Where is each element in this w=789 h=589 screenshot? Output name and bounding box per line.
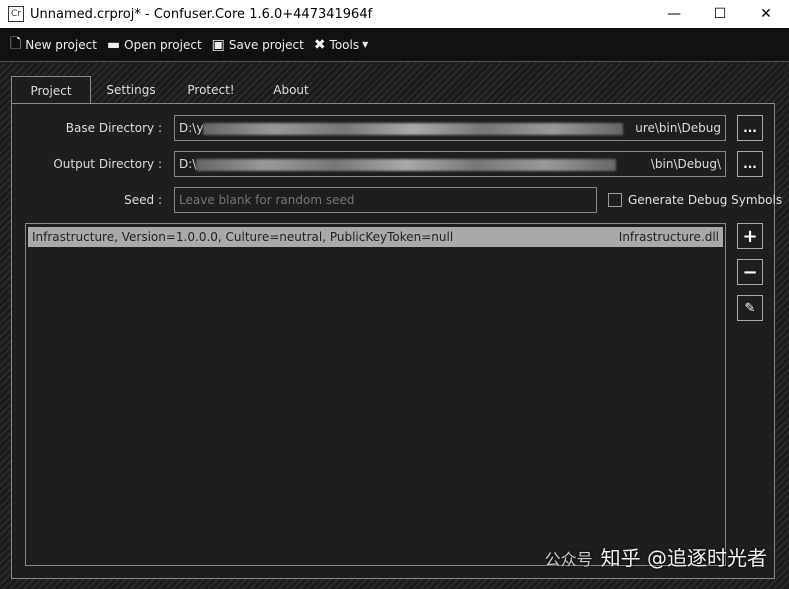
tab-project[interactable]: Project <box>11 76 91 105</box>
app-icon: Cr <box>8 6 24 22</box>
file-icon: 🗋 <box>10 35 22 52</box>
save-project-button[interactable]: ▣ Save project <box>212 37 304 53</box>
browse-output-directory-button[interactable]: ... <box>737 151 763 177</box>
tools-icon: ✖ <box>313 36 326 53</box>
tools-menu[interactable]: ✖ Tools ▼ <box>314 37 368 53</box>
new-project-button[interactable]: 🗋 New project <box>10 33 97 57</box>
module-name: Infrastructure, Version=1.0.0.0, Culture… <box>32 230 454 244</box>
tab-bar: Project Settings Protect! About <box>11 76 331 105</box>
module-file: Infrastructure.dll <box>618 230 719 244</box>
redacted-path <box>196 158 617 171</box>
base-directory-input[interactable]: D:\y ure\bin\Debug <box>174 115 726 141</box>
folder-icon: ▬ <box>106 36 121 53</box>
chevron-down-icon: ▼ <box>362 40 369 49</box>
output-directory-input[interactable]: D:\ \bin\Debug\ <box>174 151 726 177</box>
output-dir-prefix: D:\ <box>179 157 197 171</box>
base-dir-prefix: D:\y <box>179 121 204 135</box>
seed-input[interactable] <box>174 187 597 213</box>
watermark-text: 知乎 @追逐时光者 <box>600 546 767 570</box>
add-module-button[interactable]: + <box>737 223 763 249</box>
watermark-sub: 公众号 <box>544 550 593 569</box>
edit-icon: ✎ <box>744 300 756 316</box>
watermark: 公众号 知乎 @追逐时光者 <box>545 542 767 571</box>
open-project-label: Open project <box>124 37 202 52</box>
checkbox-box <box>608 193 622 208</box>
output-directory-label: Output Directory : <box>53 157 162 171</box>
plus-icon: + <box>742 225 758 247</box>
main-area: Project Settings Protect! About Base Dir… <box>0 63 789 589</box>
debug-symbols-label: Generate Debug Symbols <box>628 192 783 207</box>
base-directory-label: Base Directory : <box>65 121 162 135</box>
minus-icon: − <box>742 261 758 283</box>
new-project-label: New project <box>25 37 97 52</box>
minimize-button[interactable]: — <box>651 0 697 28</box>
window-title: Unnamed.crproj* - Confuser.Core 1.6.0+44… <box>30 6 373 22</box>
tools-label: Tools <box>329 37 360 52</box>
seed-label: Seed : <box>124 193 162 207</box>
save-icon: ▣ <box>211 36 225 53</box>
open-project-button[interactable]: ▬ Open project <box>107 37 202 53</box>
close-button[interactable]: ✕ <box>743 0 789 28</box>
toolbar: 🗋 New project ▬ Open project ▣ Save project… <box>0 28 789 62</box>
generate-debug-symbols-checkbox[interactable]: Generate Debug Symbols <box>608 193 782 208</box>
module-list[interactable]: Infrastructure, Version=1.0.0.0, Culture… <box>25 223 726 566</box>
tab-about[interactable]: About <box>251 76 331 104</box>
save-project-label: Save project <box>228 37 304 52</box>
tab-protect[interactable]: Protect! <box>171 76 251 104</box>
base-dir-suffix: ure\bin\Debug <box>635 121 721 135</box>
browse-base-directory-button[interactable]: ... <box>737 115 763 141</box>
redacted-path <box>203 122 624 135</box>
output-dir-suffix: \bin\Debug\ <box>650 157 721 171</box>
maximize-button[interactable]: ☐ <box>697 0 743 28</box>
edit-module-button[interactable]: ✎ <box>737 295 763 321</box>
list-item[interactable]: Infrastructure, Version=1.0.0.0, Culture… <box>28 227 723 247</box>
remove-module-button[interactable]: − <box>737 259 763 285</box>
tab-settings[interactable]: Settings <box>91 76 171 104</box>
title-bar: Cr Unnamed.crproj* - Confuser.Core 1.6.0… <box>0 0 789 28</box>
project-panel: Base Directory : D:\y ure\bin\Debug ... O… <box>11 103 782 579</box>
